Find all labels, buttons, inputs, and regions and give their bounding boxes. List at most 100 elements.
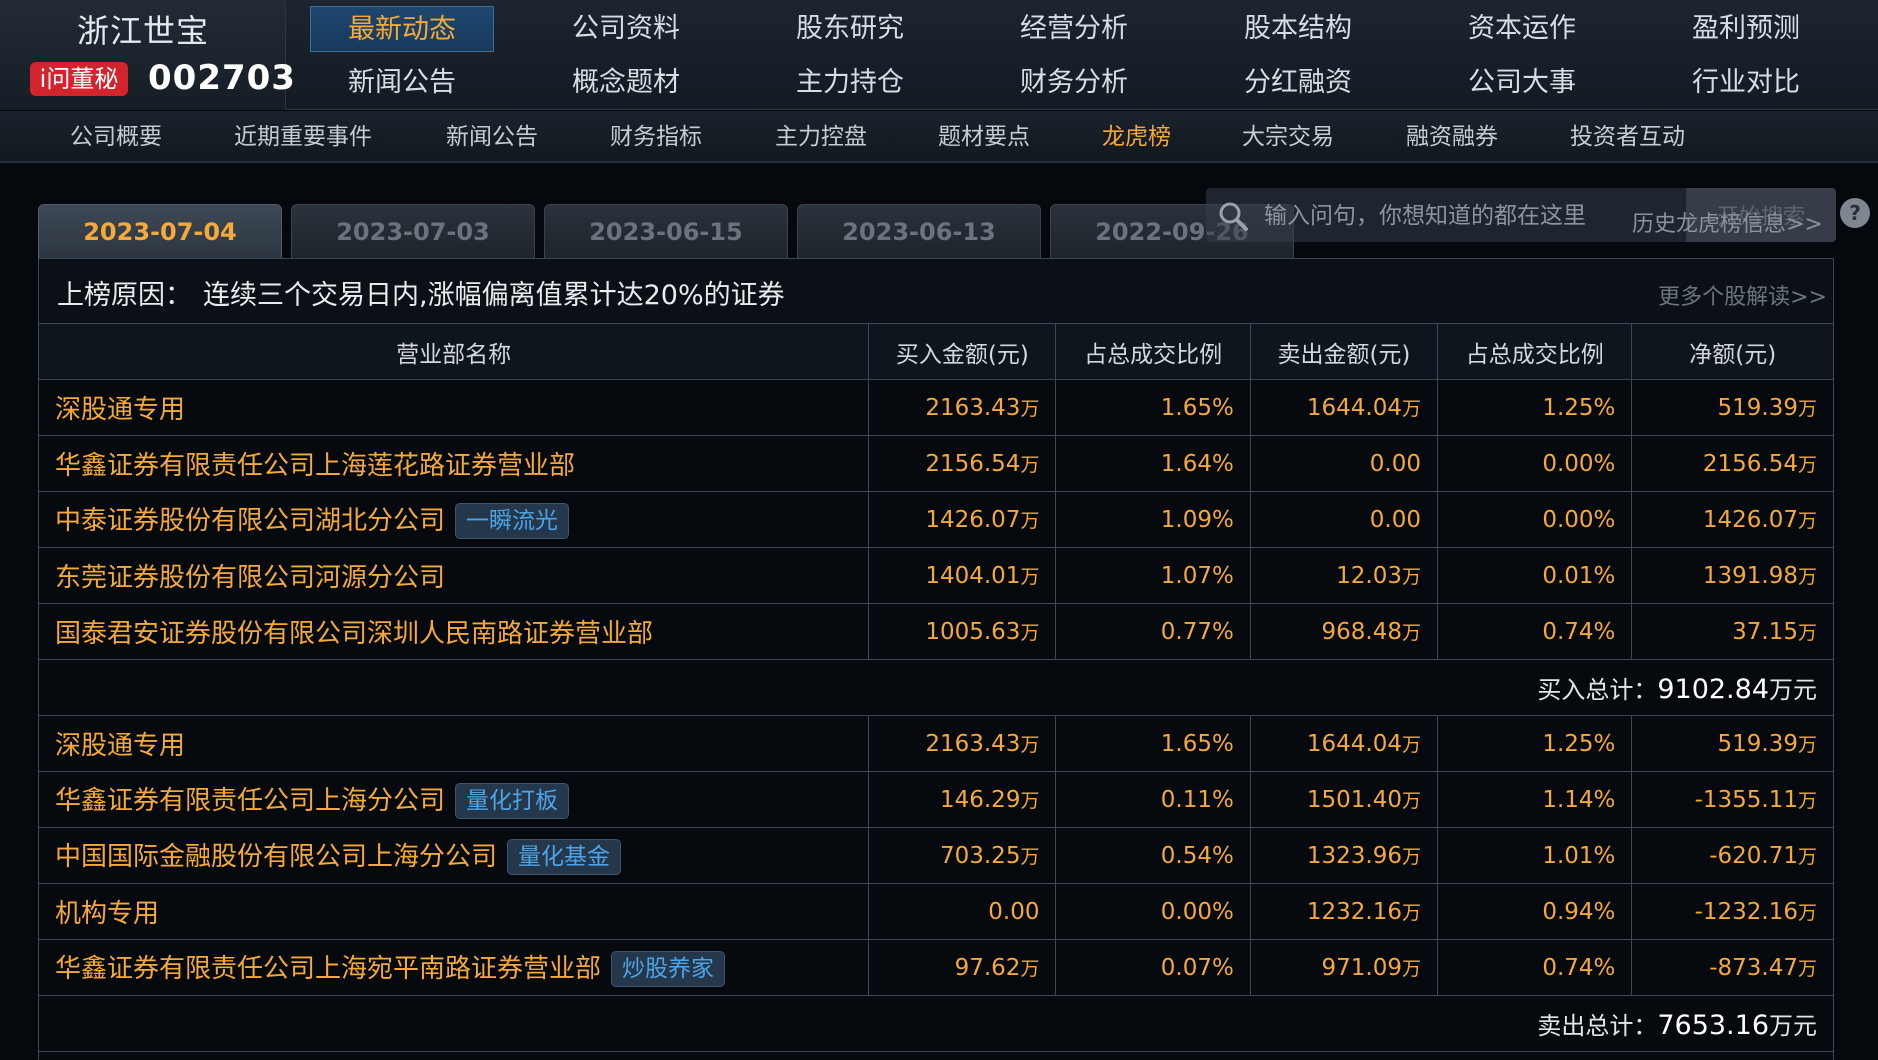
branch-name[interactable]: 深股通专用 [55,395,185,425]
buy-amount-value: 2163.43 [925,395,1021,421]
net-amount-unit: 万 [1797,734,1817,756]
subnav-item-0[interactable]: 公司概要 [70,111,162,163]
subnav-item-9[interactable]: 投资者互动 [1570,111,1685,163]
sell-ratio-value: 0.74% [1542,618,1616,645]
sell-total-unit: 万元 [1769,1012,1817,1040]
sub-nav: 公司概要 近期重要事件 新闻公告 财务指标 主力控盘 题材要点 龙虎榜 大宗交易 融资融券 投资者… [0,111,1878,163]
sell-amount-cell: 1644.04万 [1249,715,1439,772]
subnav-item-4[interactable]: 主力控盘 [775,111,867,163]
col-header-buy-amount: 买入金额(元) [868,323,1057,380]
trader-tag[interactable]: 量化基金 [507,839,622,876]
nav-item-row1-3[interactable]: 经营分析 [982,6,1166,52]
branch-name[interactable]: 机构专用 [55,899,159,929]
trader-tag[interactable]: 量化打板 [455,783,570,820]
ask-secretary-badge[interactable]: i问董秘 [30,62,128,96]
net-amount-unit: 万 [1797,566,1817,588]
help-icon[interactable]: ? [1840,198,1870,228]
col-header-sell-amount: 卖出金额(元) [1249,323,1439,380]
nav-item-row2-5[interactable]: 公司大事 [1430,60,1614,106]
trader-tag[interactable]: 一瞬流光 [455,503,570,540]
sell-ratio-value: 0.00% [1542,450,1616,477]
net-amount-cell: 519.39万 [1631,715,1834,772]
buy-ratio-value: 1.65% [1160,730,1234,757]
date-tab-1[interactable]: 2023-07-03 [291,204,535,258]
branch-name[interactable]: 华鑫证券有限责任公司上海宛平南路证券营业部 [55,954,601,984]
more-analysis-link[interactable]: 更多个股解读>> [1658,279,1827,311]
buy-ratio-value: 0.77% [1160,618,1234,645]
buy-total-value: 9102.84 [1657,674,1769,705]
net-amount-unit: 万 [1797,958,1817,980]
net-amount-value: 1391.98 [1702,563,1798,589]
col-header-buy-ratio: 占总成交比例 [1055,323,1251,380]
net-amount-unit: 万 [1797,454,1817,476]
sell-amount-unit: 万 [1402,846,1422,868]
col-header-sell-ratio: 占总成交比例 [1437,323,1633,380]
trader-tag[interactable]: 炒股养家 [611,951,726,988]
branch-name[interactable]: 华鑫证券有限责任公司上海莲花路证券营业部 [55,451,575,481]
buy-ratio-value: 0.54% [1160,842,1234,869]
nav-item-row2-6[interactable]: 行业对比 [1654,60,1838,106]
branch-name[interactable]: 中泰证券股份有限公司湖北分公司 [55,506,445,536]
table-header-row: 营业部名称 买入金额(元) 占总成交比例 卖出金额(元) 占总成交比例 净额(元… [37,323,1834,380]
branch-name[interactable]: 国泰君安证券股份有限公司深圳人民南路证券营业部 [55,619,653,649]
buy-ratio-cell: 0.07% [1055,939,1251,996]
date-tab-2[interactable]: 2023-06-15 [544,204,788,258]
buy-amount-cell: 1005.63万 [868,603,1057,660]
buy-ratio-cell: 0.54% [1055,827,1251,884]
nav-item-row2-4[interactable]: 分红融资 [1206,60,1390,106]
nav-item-row1-5[interactable]: 资本运作 [1430,6,1614,52]
stock-code: 002703 [148,58,296,98]
buy-ratio-cell: 1.07% [1055,547,1251,604]
subnav-item-2[interactable]: 新闻公告 [446,111,538,163]
net-amount-value: 2156.54 [1702,451,1798,477]
buy-amount-cell: 97.62万 [868,939,1057,996]
subnav-item-1[interactable]: 近期重要事件 [234,111,372,163]
subnav-item-6[interactable]: 龙虎榜 [1102,111,1171,163]
sell-amount-value: 1232.16 [1306,899,1402,925]
date-tab-0[interactable]: 2023-07-04 [38,204,282,258]
nav-item-row2-0[interactable]: 新闻公告 [310,60,494,106]
branch-cell: 国泰君安证券股份有限公司深圳人民南路证券营业部 [37,603,870,660]
subnav-item-3[interactable]: 财务指标 [610,111,702,163]
buy-ratio-value: 1.64% [1160,450,1234,477]
nav-item-row1-6[interactable]: 盈利预测 [1654,6,1838,52]
history-lhb-link[interactable]: 历史龙虎榜信息>> [1632,206,1823,238]
nav-item-row1-1[interactable]: 公司资料 [534,6,718,52]
nav-item-row1-0[interactable]: 最新动态 [310,6,494,52]
net-amount-unit: 万 [1797,846,1817,868]
sell-amount-unit: 万 [1402,902,1422,924]
buy-total-unit: 万元 [1769,676,1817,704]
sell-amount-cell: 1501.40万 [1249,771,1439,828]
buy-amount-value: 97.62 [954,955,1021,981]
buy-amount-unit: 万 [1020,454,1040,476]
sell-amount-unit: 万 [1402,734,1422,756]
nav-item-row2-2[interactable]: 主力持仓 [758,60,942,106]
date-tab-3[interactable]: 2023-06-13 [797,204,1041,258]
buy-amount-unit: 万 [1020,790,1040,812]
nav-item-row1-4[interactable]: 股本结构 [1206,6,1390,52]
subnav-item-5[interactable]: 题材要点 [938,111,1030,163]
branch-cell: 深股通专用 [37,715,870,772]
sell-amount-cell: 968.48万 [1249,603,1439,660]
company-brand: 浙江世宝 i问董秘 002703 [0,0,295,110]
net-amount-value: -1232.16 [1694,899,1798,925]
lhb-panel: 上榜原因： 连续三个交易日内,涨幅偏离值累计达20%的证券 更多个股解读>> 营… [37,258,1834,1060]
sell-total-value: 7653.16 [1657,1010,1769,1041]
nav-item-row1-2[interactable]: 股东研究 [758,6,942,52]
table-row: 深股通专用 2163.43万 1.65% 1644.04万 1.25% 519.39万 [37,379,1834,436]
sell-total-row: 卖出总计：7653.16万元 [38,995,1834,1052]
buy-amount-cell: 2156.54万 [868,435,1057,492]
branch-name[interactable]: 中国国际金融股份有限公司上海分公司 [55,842,497,872]
branch-name[interactable]: 深股通专用 [55,731,185,761]
branch-name[interactable]: 东莞证券股份有限公司河源分公司 [55,563,445,593]
subnav-item-8[interactable]: 融资融券 [1406,111,1498,163]
nav-item-row2-1[interactable]: 概念题材 [534,60,718,106]
subnav-item-7[interactable]: 大宗交易 [1242,111,1334,163]
buy-amount-unit: 万 [1020,622,1040,644]
buy-amount-value: 146.29 [939,787,1021,813]
buy-amount-cell: 146.29万 [868,771,1057,828]
search-input[interactable] [1262,196,1682,236]
buy-amount-value: 2163.43 [925,731,1021,757]
branch-name[interactable]: 华鑫证券有限责任公司上海分公司 [55,786,445,816]
nav-item-row2-3[interactable]: 财务分析 [982,60,1166,106]
